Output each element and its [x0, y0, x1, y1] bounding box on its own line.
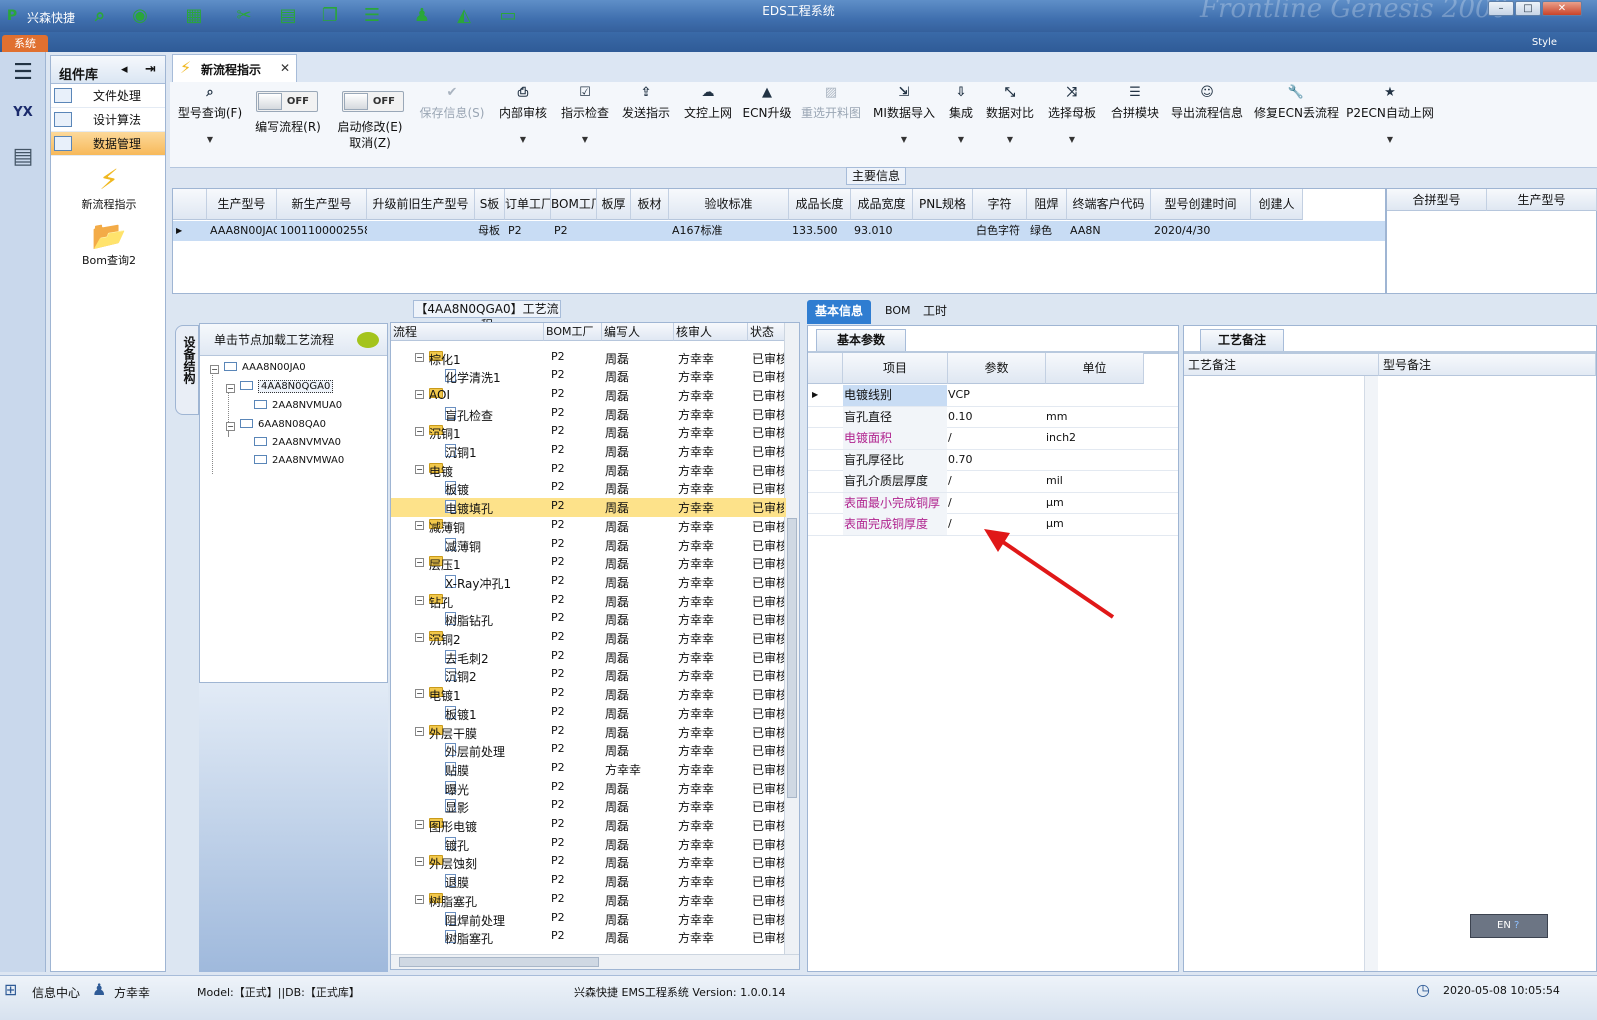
user-name: 方幸幸: [114, 986, 151, 1000]
annotation-arrow: [984, 529, 1115, 619]
arrow-head: [984, 529, 1010, 552]
arrow-shaft: [998, 538, 1115, 619]
datetime: 2020-05-08 10:05:54: [1443, 984, 1560, 997]
user-icon: ♟: [92, 980, 107, 999]
ime-indicator[interactable]: EN ?: [1470, 914, 1548, 938]
ime-label: EN: [1497, 920, 1511, 931]
clock-icon: ◷: [1416, 980, 1430, 999]
help-icon[interactable]: ?: [1514, 920, 1519, 931]
model-db-status: Model:【正式】||DB:【正式库】: [197, 986, 360, 999]
info-center-label[interactable]: 信息中心: [32, 984, 80, 1001]
windows-icon[interactable]: ⊞: [4, 980, 17, 999]
status-bar: ⊞ 信息中心 ♟ 方幸幸 Model:【正式】||DB:【正式库】 兴森快捷 E…: [0, 975, 1597, 1020]
system-version: 兴森快捷 EMS工程系统 Version: 1.0.0.14: [574, 986, 786, 999]
